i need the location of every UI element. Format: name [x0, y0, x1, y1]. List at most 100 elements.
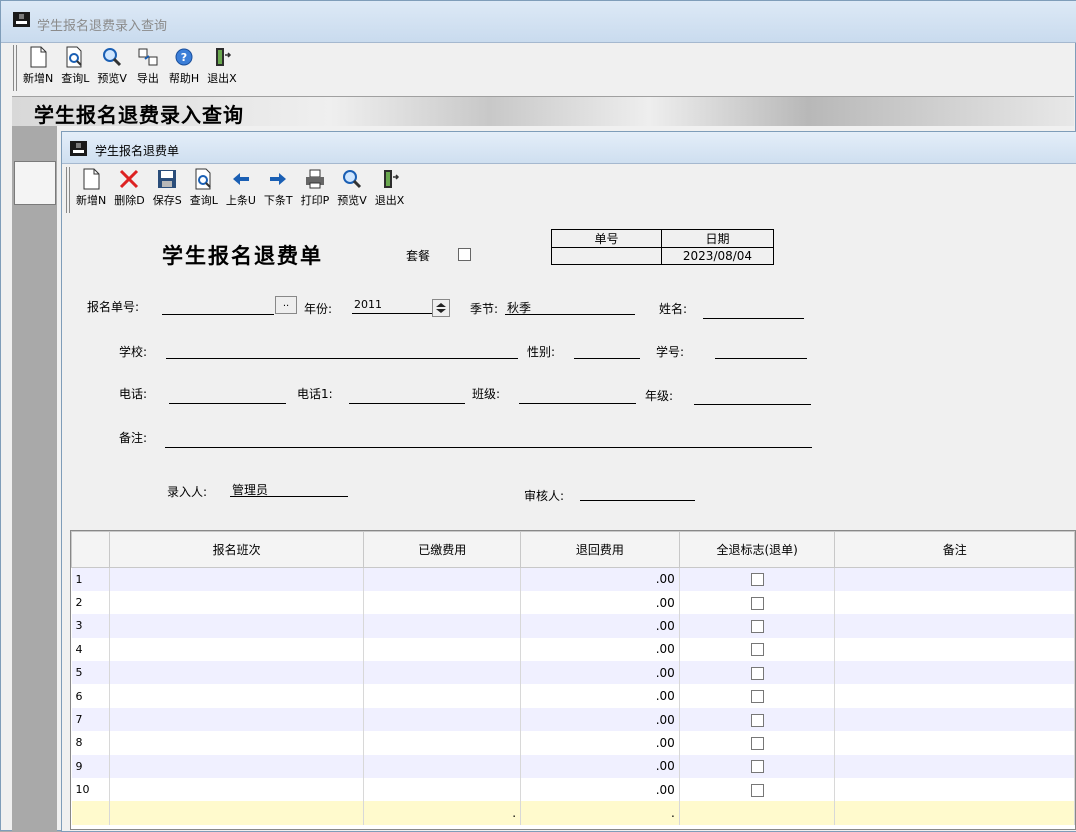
full-refund-checkbox[interactable] [750, 573, 764, 587]
table-row[interactable]: 6.00 [71, 684, 1075, 708]
table-row[interactable]: 1.00 [71, 567, 1075, 591]
remark-cell[interactable] [834, 707, 1075, 732]
full-refund-checkbox[interactable] [750, 736, 764, 750]
refund-cell[interactable]: .00 [520, 614, 680, 638]
remark-cell[interactable] [834, 778, 1075, 802]
full-refund-checkbox[interactable] [750, 619, 764, 633]
full-refund-cell[interactable] [679, 801, 836, 825]
year-spinner[interactable] [432, 299, 450, 317]
season-field[interactable]: 秋季 [505, 299, 635, 315]
inner-exit-button[interactable]: 退出X [375, 167, 404, 208]
remark-cell[interactable] [834, 801, 1075, 825]
class-field[interactable] [519, 388, 636, 404]
class-cell[interactable] [109, 590, 365, 615]
inner-print-button[interactable]: 打印P [301, 167, 329, 208]
inner-query-button[interactable]: 查询L [190, 167, 218, 208]
inner-delete-button[interactable]: 删除D [114, 167, 145, 208]
gender-field[interactable] [574, 343, 640, 359]
full-refund-cell[interactable] [679, 567, 836, 591]
class-cell[interactable] [109, 637, 365, 662]
paid-cell[interactable] [363, 567, 522, 591]
remark-cell[interactable] [834, 614, 1075, 638]
paid-cell[interactable] [363, 754, 522, 779]
full-refund-cell[interactable] [679, 661, 836, 685]
reviewer-field[interactable] [580, 485, 695, 501]
bill-no-value[interactable] [551, 247, 662, 265]
refund-cell[interactable]: . [520, 801, 680, 825]
remark-cell[interactable] [834, 567, 1075, 591]
table-row[interactable]: 4.00 [71, 637, 1075, 662]
paid-cell[interactable] [363, 684, 522, 708]
full-refund-cell[interactable] [679, 778, 836, 802]
class-cell[interactable] [109, 614, 365, 638]
outer-exit-button[interactable]: 退出X [207, 45, 237, 86]
paid-cell[interactable] [363, 731, 522, 755]
refund-cell[interactable]: .00 [520, 731, 680, 755]
remark-cell[interactable] [834, 684, 1075, 708]
remark-cell[interactable] [834, 661, 1075, 685]
outer-preview-button[interactable]: 预览V [97, 45, 127, 86]
full-refund-cell[interactable] [679, 707, 836, 732]
full-refund-cell[interactable] [679, 614, 836, 638]
inner-new-button[interactable]: 新增N [76, 167, 106, 208]
entered-by-field[interactable]: 管理员 [230, 481, 348, 497]
full-refund-checkbox[interactable] [750, 713, 764, 727]
class-cell[interactable] [109, 684, 365, 708]
phone1-field[interactable] [349, 388, 465, 404]
refund-cell[interactable]: .00 [520, 661, 680, 685]
inner-preview-button[interactable]: 预览V [337, 167, 367, 208]
reg-no-field[interactable] [162, 299, 274, 315]
full-refund-checkbox[interactable] [750, 596, 764, 610]
school-field[interactable] [166, 343, 518, 359]
paid-cell[interactable] [363, 707, 522, 732]
phone-field[interactable] [169, 388, 286, 404]
remark-field[interactable] [165, 432, 812, 448]
refund-cell[interactable]: .00 [520, 707, 680, 732]
full-refund-cell[interactable] [679, 731, 836, 755]
class-cell[interactable] [109, 754, 365, 779]
full-refund-checkbox[interactable] [750, 643, 764, 657]
full-refund-cell[interactable] [679, 754, 836, 779]
class-cell[interactable] [109, 778, 365, 802]
class-cell[interactable] [109, 567, 365, 591]
refund-cell[interactable]: .00 [520, 637, 680, 662]
remark-cell[interactable] [834, 590, 1075, 615]
table-row[interactable]: 7.00 [71, 707, 1075, 732]
remark-cell[interactable] [834, 637, 1075, 662]
toolbar-grip[interactable] [66, 167, 70, 213]
inner-prev-button[interactable]: 上条U [226, 167, 256, 208]
refund-cell[interactable]: .00 [520, 567, 680, 591]
remark-cell[interactable] [834, 754, 1075, 779]
table-row[interactable]: 9.00 [71, 754, 1075, 779]
full-refund-checkbox[interactable] [750, 690, 764, 704]
refund-cell[interactable]: .00 [520, 684, 680, 708]
full-refund-checkbox[interactable] [750, 666, 764, 680]
reg-no-browse-button[interactable]: .. [275, 296, 297, 314]
paid-cell[interactable] [363, 614, 522, 638]
toolbar-grip[interactable] [13, 45, 17, 91]
column-header[interactable]: 退回费用 [520, 531, 680, 568]
full-refund-cell[interactable] [679, 590, 836, 615]
full-refund-cell[interactable] [679, 637, 836, 662]
full-refund-checkbox[interactable] [750, 783, 764, 797]
refund-cell[interactable]: .00 [520, 754, 680, 779]
class-cell[interactable] [109, 661, 365, 685]
paid-cell[interactable] [363, 637, 522, 662]
new-row[interactable]: .. [71, 801, 1075, 825]
table-row[interactable]: 2.00 [71, 590, 1075, 615]
grade-field[interactable] [694, 389, 811, 405]
outer-export-button[interactable]: 导出 [135, 45, 161, 86]
class-cell[interactable] [109, 731, 365, 755]
full-refund-checkbox[interactable] [750, 760, 764, 774]
column-header[interactable]: 全退标志(退单) [678, 531, 836, 568]
paid-cell[interactable] [363, 661, 522, 685]
name-field[interactable] [703, 303, 804, 319]
paid-cell[interactable] [363, 590, 522, 615]
refund-cell[interactable]: .00 [520, 778, 680, 802]
outer-query-button[interactable]: 查询L [61, 45, 89, 86]
table-row[interactable]: 10.00 [71, 778, 1075, 802]
table-row[interactable]: 8.00 [71, 731, 1075, 755]
outer-help-button[interactable]: ? 帮助H [169, 45, 199, 86]
class-cell[interactable] [109, 707, 365, 732]
full-refund-cell[interactable] [679, 684, 836, 708]
